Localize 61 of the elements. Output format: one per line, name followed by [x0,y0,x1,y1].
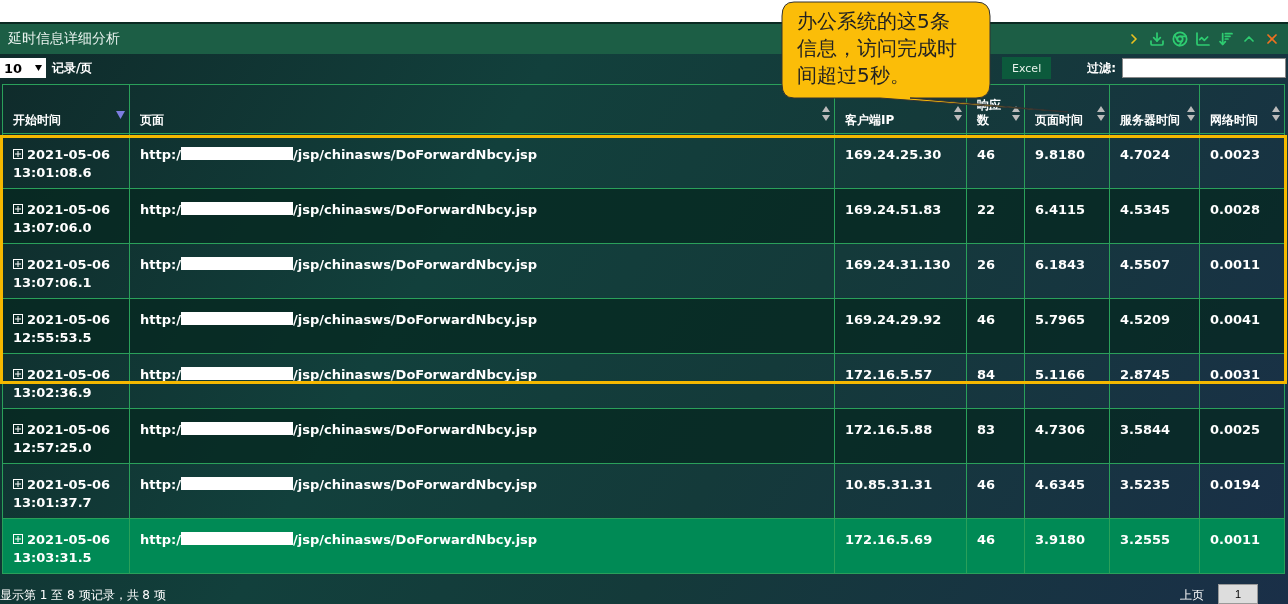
table-cell: 5.7965 [1025,299,1110,354]
sort-icon[interactable] [1187,106,1195,121]
column-header[interactable]: 开始时间 [2,84,130,134]
sort-icon[interactable] [1097,106,1105,121]
table-cell: 2021-05-06 13:07:06.0 [2,189,130,244]
table-cell: 6.4115 [1025,189,1110,244]
table-cell: http:/ /jsp/chinasws/DoForwardNbcy.jsp [130,299,835,354]
expand-icon[interactable] [13,369,23,379]
column-header[interactable]: 页面 [130,84,835,134]
expand-icon[interactable] [13,259,23,269]
table-cell: 0.0028 [1200,189,1285,244]
expand-icon[interactable] [13,149,23,159]
expand-icon[interactable] [13,314,23,324]
dropdown-caret-icon[interactable] [35,65,42,71]
expand-icon[interactable] [13,204,23,214]
table-cell: 3.9180 [1025,519,1110,574]
sort-icon[interactable] [1272,106,1280,121]
page-size-select[interactable]: 10 [0,58,46,78]
page-size-label: 记录/页 [52,59,93,77]
sort-icon[interactable] [822,106,830,121]
table-cell: 3.5844 [1110,409,1200,464]
close-icon[interactable] [1264,31,1280,47]
table-cell: 0.0041 [1200,299,1285,354]
filter-field[interactable] [1122,58,1286,78]
table-cell: 172.16.5.88 [835,409,967,464]
table-cell: 22 [967,189,1025,244]
download-icon[interactable] [1149,31,1165,47]
table-cell: 46 [967,299,1025,354]
sort-icon[interactable] [1218,31,1234,47]
table-cell: 169.24.51.83 [835,189,967,244]
expand-icon[interactable] [13,479,23,489]
prev-page-link[interactable]: 上页 [1180,587,1204,604]
sort-icon[interactable] [954,106,962,121]
table-cell: 0.0025 [1200,409,1285,464]
table-cell: 4.5209 [1110,299,1200,354]
line-chart-icon[interactable] [1195,31,1211,47]
sort-down-icon[interactable] [116,111,125,119]
column-header[interactable]: 网络时间 [1200,84,1285,134]
table-cell: http:/ /jsp/chinasws/DoForwardNbcy.jsp [130,189,835,244]
table-cell: 172.16.5.69 [835,519,967,574]
table-cell: 2021-05-06 13:03:31.5 [2,519,130,574]
filter-label: 过滤: [1087,59,1116,77]
column-header[interactable]: 服务器时间 [1110,84,1200,134]
table-cell: http:/ /jsp/chinasws/DoForwardNbcy.jsp [130,409,835,464]
table-cell: 4.5345 [1110,189,1200,244]
table-cell: http:/ /jsp/chinasws/DoForwardNbcy.jsp [130,519,835,574]
table-cell: 83 [967,409,1025,464]
excel-button[interactable]: Excel [1002,57,1052,79]
table-cell: 0.0011 [1200,519,1285,574]
record-info: 显示第 1 至 8 项记录，共 8 项 [0,587,166,604]
table-cell: 3.2555 [1110,519,1200,574]
column-header[interactable]: 页面时间 [1025,84,1110,134]
sort-icon[interactable] [1012,106,1020,121]
table-cell: 4.7306 [1025,409,1110,464]
expand-icon[interactable] [13,424,23,434]
table-cell: 46 [967,519,1025,574]
table-cell: 2021-05-06 12:57:25.0 [2,409,130,464]
circle-logo-icon[interactable] [1172,31,1188,47]
page-button[interactable]: 1 [1218,584,1258,604]
table-cell: 2021-05-06 12:55:53.5 [2,299,130,354]
table-cell: 169.24.29.92 [835,299,967,354]
